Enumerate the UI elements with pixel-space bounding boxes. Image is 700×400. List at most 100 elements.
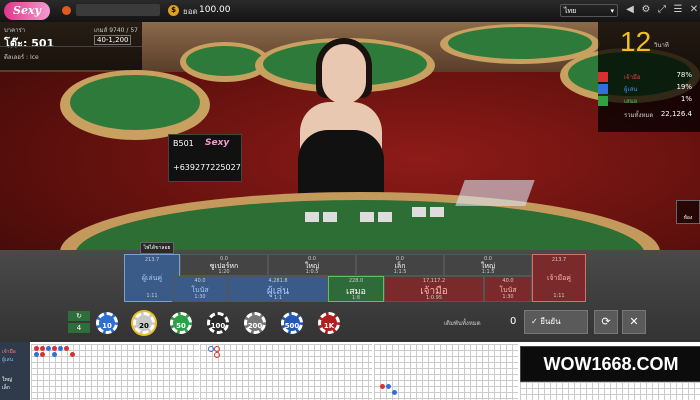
bet-total-value: 0 — [510, 316, 517, 327]
lobby-button[interactable]: ห้อง — [676, 200, 700, 224]
settings-icon[interactable]: ⚙ — [640, 4, 652, 16]
road-side-panel: เจ้ามือ ผู้เล่น ใหญ่ เล็ก — [0, 342, 30, 400]
bet-label: เจ้ามือคู่ — [547, 274, 571, 282]
chip-50[interactable]: 50 — [170, 312, 192, 334]
repeat-icon: ⟳ — [601, 315, 611, 328]
road-side-small: เล็ก — [2, 385, 10, 391]
chip-20[interactable]: 20 — [133, 312, 155, 334]
bet-odds: 1:0.95 — [426, 295, 442, 301]
sign-table: B501 — [173, 139, 194, 148]
sexy-logo: Sexy — [4, 2, 50, 20]
total-value: 22,126.4 — [660, 110, 692, 118]
bet-odds: 1:1.5 — [393, 269, 407, 275]
bet-banker-bonus[interactable]: 40.0 โบนัส 1:30 — [484, 276, 532, 302]
bet-big[interactable]: 0.0 ใหญ่ 1:0.5 — [268, 254, 356, 276]
bet-player[interactable]: 4,281.8 ผู้เล่น 1:1 — [228, 276, 328, 302]
bet-small[interactable]: 0.0 เล็ก 1:1.5 — [356, 254, 444, 276]
road-dot — [64, 346, 69, 351]
bet-total-label: เดิมพันทั้งหมด — [444, 320, 481, 327]
countdown-unit: วินาที — [654, 42, 669, 49]
chip-10[interactable]: 10 — [96, 312, 118, 334]
bet-super-six[interactable]: 0.0 ซูเปอร์หก 1:20 — [180, 254, 268, 276]
background-felt — [448, 27, 592, 59]
bet-odds: 1:30 — [194, 294, 206, 300]
chip-1k[interactable]: 1K — [318, 312, 340, 334]
wow1668-watermark: WOW1668.COM — [520, 346, 700, 382]
bet-amount: 40.0 — [502, 278, 514, 284]
bet-amount: 213.7 — [144, 257, 160, 263]
road-dot — [40, 346, 45, 351]
language-label: ไทย — [564, 7, 577, 15]
close-icon: ✕ — [629, 315, 639, 328]
ask-road — [520, 382, 700, 400]
fullscreen-icon[interactable]: ⤢ — [656, 4, 668, 16]
chip-500[interactable]: 500 — [281, 312, 303, 334]
bet-player-bonus[interactable]: 40.0 โบนัส 1:30 — [172, 276, 228, 302]
bet-amount: 40.0 — [194, 278, 206, 284]
close-icon[interactable]: ✕ — [688, 4, 700, 16]
bet-odds: 1:0.5 — [305, 269, 319, 275]
chip-settings-button[interactable]: 4 — [68, 323, 90, 333]
bet-odds: 1:20 — [218, 269, 230, 275]
balance-label: ยอด — [183, 7, 198, 16]
card — [378, 212, 392, 222]
card — [412, 207, 426, 217]
stat-value-player: 19% — [676, 83, 692, 91]
card-shoe — [455, 180, 535, 206]
bet-big-right[interactable]: 0.0 ใหญ่ 1:1.5 — [444, 254, 532, 276]
bet-amount: 213.7 — [551, 257, 567, 263]
user-icon — [62, 6, 71, 15]
sound-icon[interactable]: ◀ — [624, 4, 636, 16]
sign-brand: Sexy — [205, 138, 230, 148]
round-number: เกมส์ 9740 / 57 — [94, 27, 138, 34]
road-dot — [52, 352, 57, 357]
divider — [0, 46, 142, 47]
table-sign: B501 Sexy +639277225027 — [168, 134, 242, 182]
background-felt — [70, 75, 200, 130]
coin-icon: $ — [168, 5, 179, 16]
language-select[interactable]: ไทย ▾ — [560, 4, 618, 17]
total-label: รวมทั้งหมด — [624, 112, 654, 119]
road-side-big: ใหญ่ — [2, 377, 12, 383]
bet-tie[interactable]: 228.0 เสมอ 1:8 — [328, 276, 384, 302]
bet-odds: 1:30 — [502, 294, 514, 300]
repeat-button[interactable]: ⟳ — [594, 310, 618, 334]
menu-icon[interactable]: ☰ — [672, 4, 684, 16]
card — [323, 212, 337, 222]
chip-100[interactable]: 100 — [207, 312, 229, 334]
stat-color-player — [598, 84, 608, 94]
road-dot — [380, 384, 385, 389]
stat-label-player: ผู้เล่น — [624, 86, 638, 93]
card — [305, 212, 319, 222]
bet-tab[interactable]: ไพ่ได้ขาลอย — [140, 242, 174, 254]
top-bar: Sexy $ ยอด 100.00 ไทย ▾ ◀ ⚙ ⤢ ☰ ✕ — [0, 0, 700, 23]
cancel-button[interactable]: ✕ — [622, 310, 646, 334]
bet-banker[interactable]: 17,117.2 เจ้ามือ 1:0.95 — [384, 276, 484, 302]
chip-200[interactable]: 200 — [244, 312, 266, 334]
confirm-button[interactable]: ✓ ยืนยัน — [524, 310, 588, 334]
bet-limit[interactable]: 40-1,200 — [94, 35, 132, 45]
road-dot — [70, 352, 75, 357]
bet-banker-pair[interactable]: 213.7 เจ้ามือคู่ 1:11 — [532, 254, 586, 302]
dealer-face — [322, 44, 366, 104]
road-dot — [214, 352, 220, 358]
stat-color-tie — [598, 96, 608, 106]
stat-color-banker — [598, 72, 608, 82]
stat-value-tie: 1% — [680, 95, 692, 103]
bet-label: ผู้เล่นคู่ — [141, 274, 163, 282]
road-dot — [386, 384, 391, 389]
rebet-button[interactable]: ↻ — [68, 311, 90, 321]
countdown-timer: 12 — [620, 26, 652, 57]
road-dot — [40, 352, 45, 357]
check-icon: ✓ — [531, 317, 538, 326]
road-dot — [46, 346, 51, 351]
road-dot — [52, 346, 57, 351]
bet-odds: 1:8 — [351, 295, 361, 301]
bet-odds: 1:11 — [146, 293, 158, 299]
card — [360, 212, 374, 222]
bet-odds: 1:1.5 — [481, 269, 495, 275]
table-name: โต๊ะ: 501 — [4, 37, 55, 50]
stat-label-banker: เจ้ามือ — [624, 74, 641, 81]
confirm-label: ยืนยัน — [540, 317, 561, 326]
chevron-down-icon: ▾ — [610, 7, 614, 15]
